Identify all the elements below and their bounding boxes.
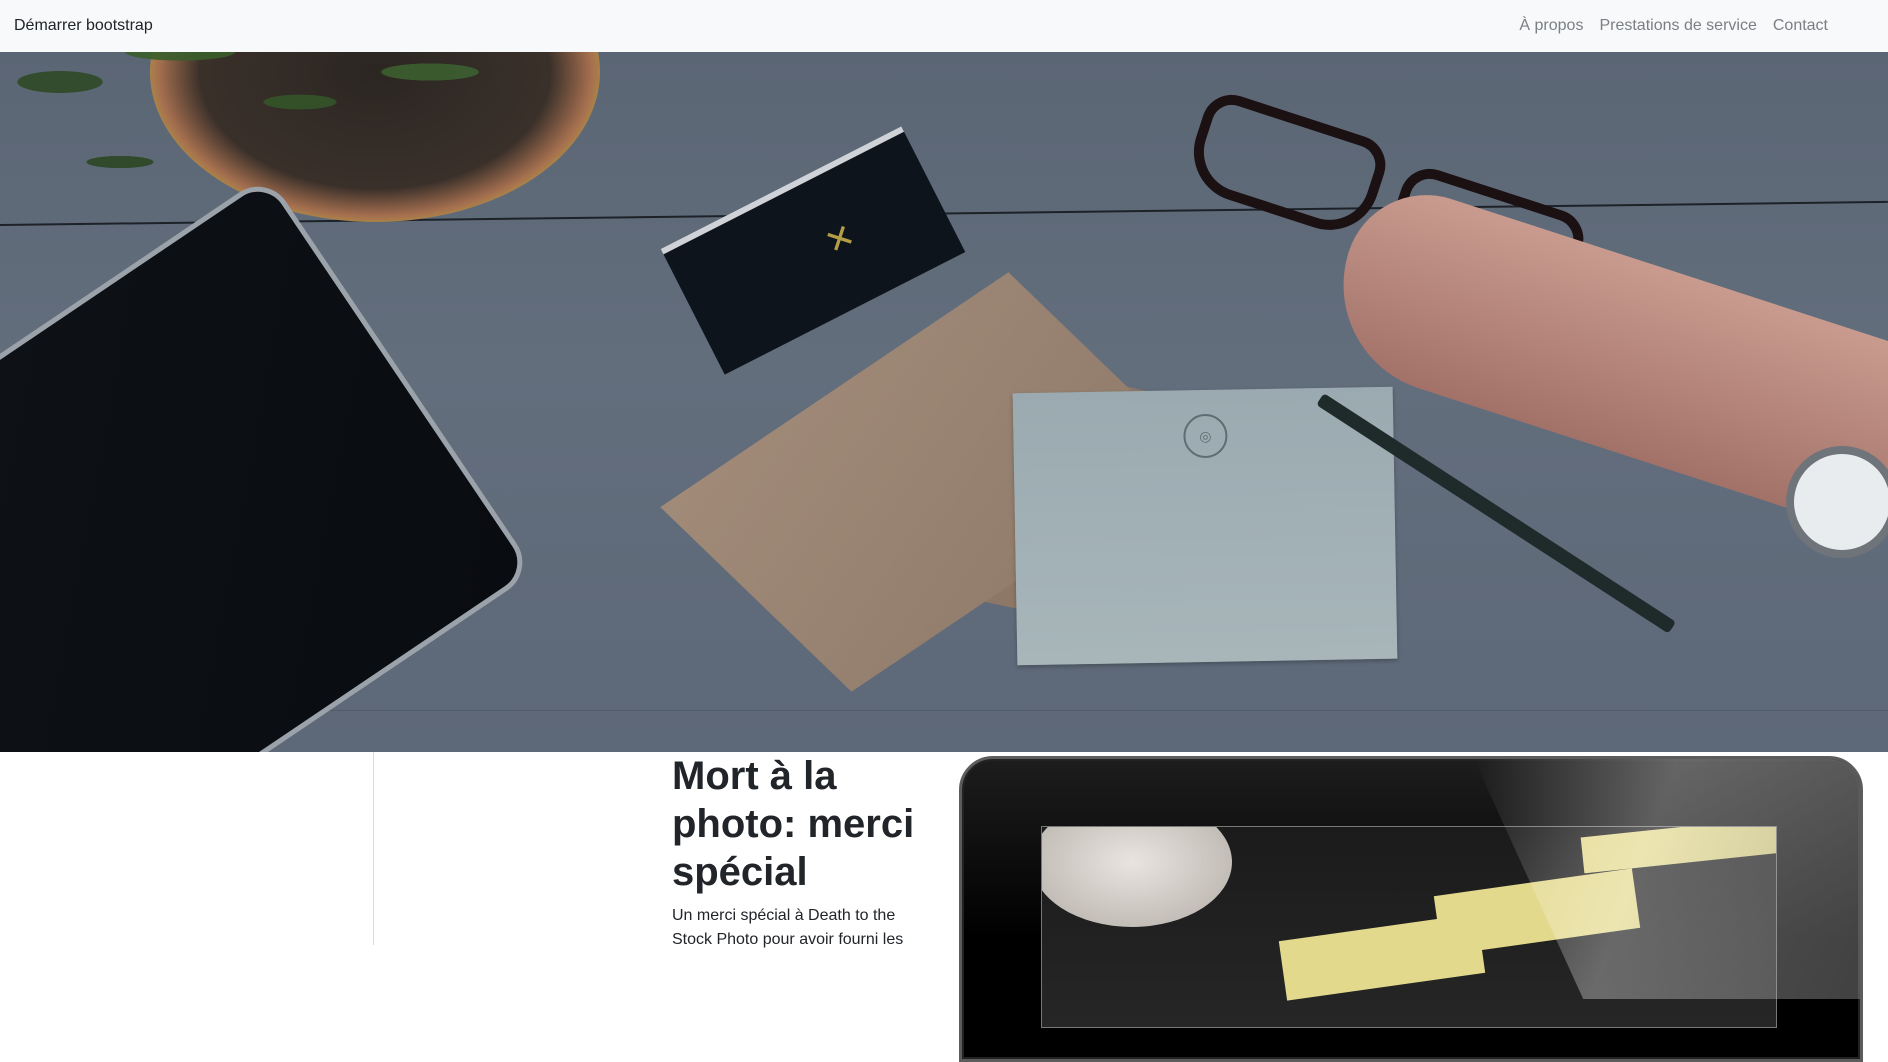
hero-image: ✕ ◎ — [0, 52, 1888, 752]
coffee-mug — [1042, 827, 1232, 927]
navbar: Démarrer bootstrap À propos Prestations … — [0, 0, 1888, 52]
tablet-device-image — [959, 756, 1863, 1062]
sticky-note — [1278, 913, 1486, 1001]
column-divider — [373, 752, 374, 945]
monogram-emblem: ◎ — [1183, 413, 1228, 459]
wristwatch — [1786, 446, 1888, 558]
glasses-lens — [1180, 87, 1394, 243]
tablet — [0, 173, 536, 752]
nav-link-contact[interactable]: Contact — [1773, 17, 1828, 35]
nav-link-about[interactable]: À propos — [1519, 17, 1583, 35]
nav-links: À propos Prestations de service Contact — [1519, 17, 1828, 35]
nav-link-services[interactable]: Prestations de service — [1599, 17, 1756, 35]
note-card: ◎ — [1012, 386, 1398, 666]
navbar-brand[interactable]: Démarrer bootstrap — [14, 17, 153, 35]
section-title: Mort à la photo: merci spécial — [672, 754, 915, 894]
notebook-mark: ✕ — [818, 216, 862, 263]
